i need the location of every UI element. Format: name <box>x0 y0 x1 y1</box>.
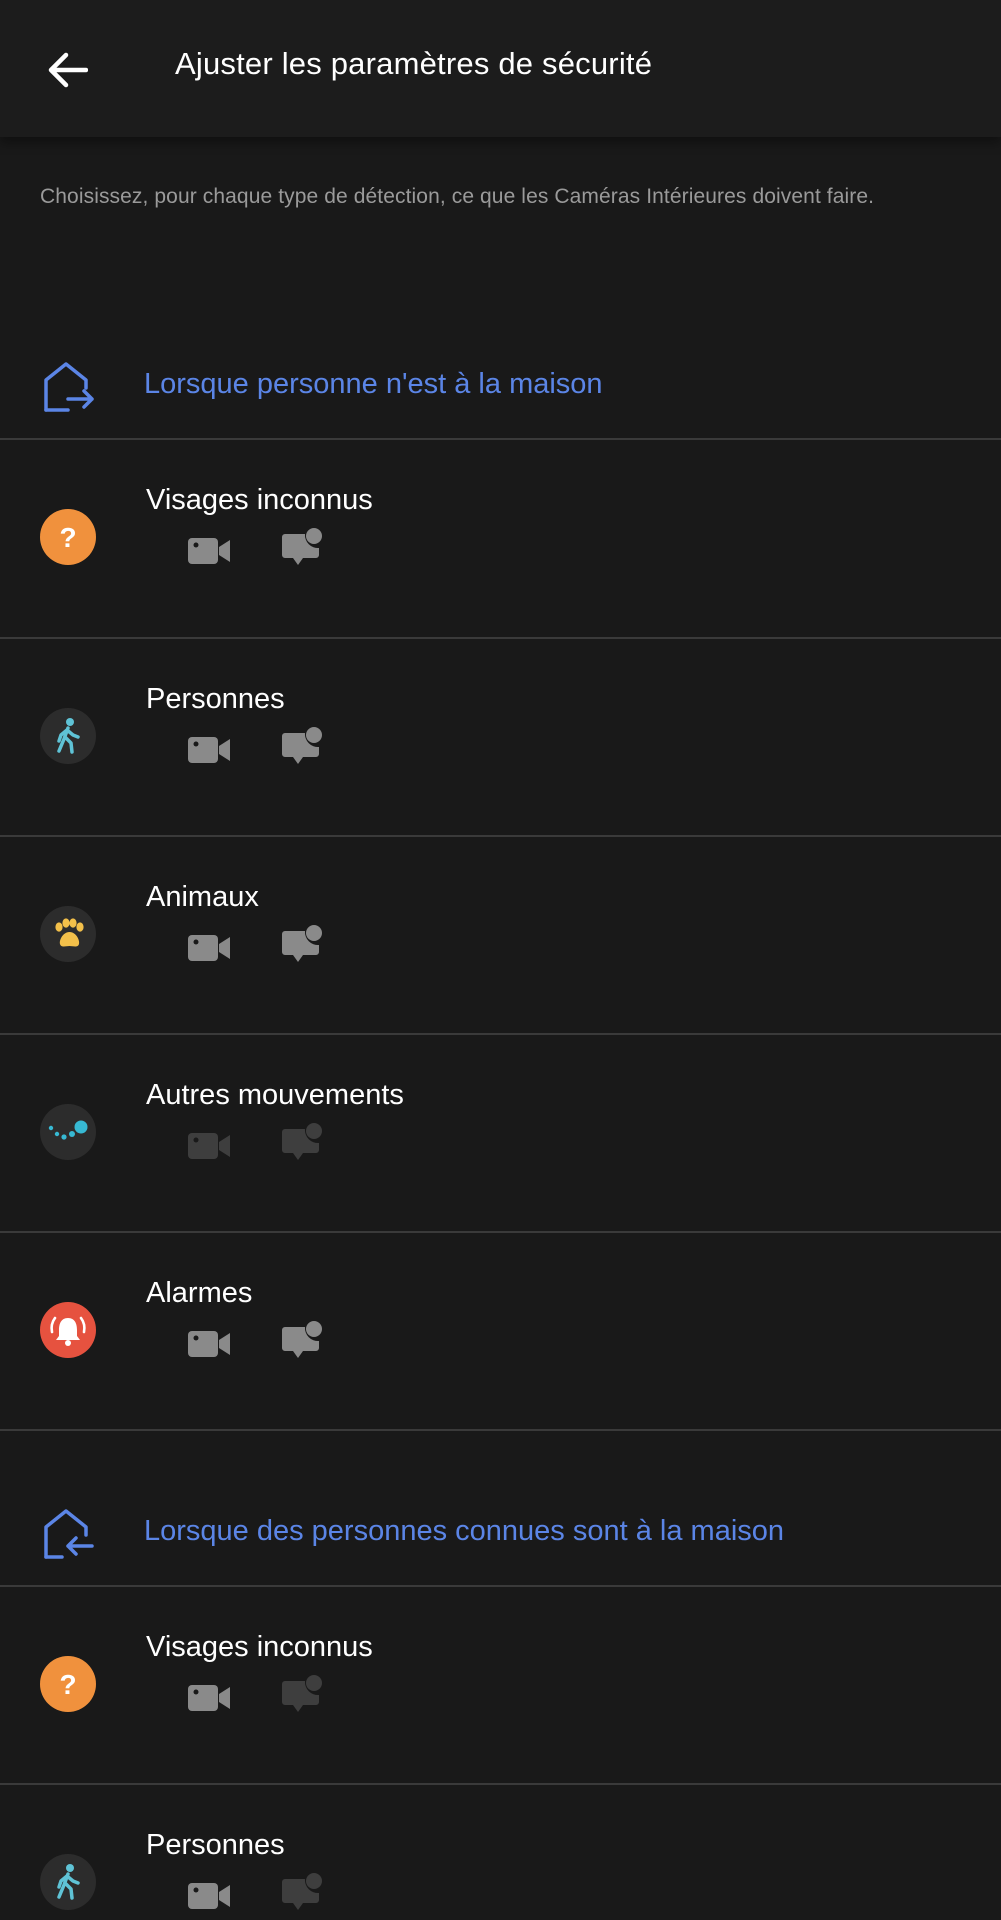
video-camera-icon <box>188 1331 230 1357</box>
video-camera-icon <box>188 538 230 564</box>
detection-label: Personnes <box>146 683 285 715</box>
record-video-toggle[interactable] <box>186 928 232 968</box>
video-camera-icon <box>188 935 230 961</box>
house-enter-icon <box>44 1509 94 1559</box>
house-leave-icon <box>44 362 94 412</box>
record-video-toggle[interactable] <box>186 1876 232 1916</box>
detection-row-other-motion[interactable]: Autres mouvements <box>0 1035 1001 1231</box>
section-label-away: Lorsque personne n'est à la maison <box>144 368 603 400</box>
paw-icon <box>40 906 96 962</box>
section-label-home: Lorsque des personnes connues sont à la … <box>144 1515 785 1547</box>
video-camera-icon <box>188 1685 230 1711</box>
svg-text:?: ? <box>59 1669 76 1700</box>
record-video-toggle[interactable] <box>186 1324 232 1364</box>
detection-row-animals[interactable]: Animaux <box>0 837 1001 1033</box>
notification-toggle[interactable] <box>279 1675 325 1715</box>
video-camera-icon <box>188 1883 230 1909</box>
question-icon: ? <box>40 1656 96 1712</box>
arrow-left-icon <box>48 52 88 88</box>
notification-bubble-icon <box>282 1123 322 1160</box>
notification-bubble-icon <box>282 1321 322 1358</box>
page-title: Ajuster les paramètres de sécurité <box>175 46 653 81</box>
notification-bubble-icon <box>282 727 322 764</box>
detection-row-unknown-faces[interactable]: ? Visages inconnus <box>0 440 1001 636</box>
detection-row-persons[interactable]: Personnes <box>0 639 1001 835</box>
record-video-toggle[interactable] <box>186 730 232 770</box>
section-header-away: Lorsque personne n'est à la maison <box>0 344 1001 424</box>
motion-dots-icon <box>40 1104 96 1160</box>
detection-row-alarms[interactable]: Alarmes <box>0 1233 1001 1429</box>
detection-label: Autres mouvements <box>146 1079 404 1111</box>
detection-label: Visages inconnus <box>146 484 373 516</box>
walking-person-icon <box>40 708 96 764</box>
notification-toggle[interactable] <box>279 1873 325 1913</box>
video-camera-icon <box>188 737 230 763</box>
detection-row-unknown-faces-home[interactable]: ? Visages inconnus <box>0 1587 1001 1783</box>
record-video-toggle[interactable] <box>186 1126 232 1166</box>
notification-bubble-icon <box>282 1873 322 1910</box>
app-bar: Ajuster les paramètres de sécurité <box>0 0 1001 137</box>
notification-bubble-icon <box>282 1675 322 1712</box>
svg-text:?: ? <box>59 522 76 553</box>
detection-label: Animaux <box>146 881 259 913</box>
detection-label: Alarmes <box>146 1277 253 1309</box>
alarm-bell-icon <box>40 1302 96 1358</box>
detection-row-persons-home[interactable]: Personnes <box>0 1785 1001 1920</box>
intro-text: Choisissez, pour chaque type de détectio… <box>40 185 875 208</box>
notification-toggle[interactable] <box>279 727 325 767</box>
divider <box>0 1429 1001 1431</box>
back-button[interactable] <box>36 38 100 102</box>
app-screen: Ajuster les paramètres de sécurité Chois… <box>0 0 1001 1920</box>
detection-label: Visages inconnus <box>146 1631 373 1663</box>
question-icon: ? <box>40 509 96 565</box>
notification-bubble-icon <box>282 528 322 565</box>
section-header-home: Lorsque des personnes connues sont à la … <box>0 1491 1001 1571</box>
notification-bubble-icon <box>282 925 322 962</box>
record-video-toggle[interactable] <box>186 531 232 571</box>
notification-toggle[interactable] <box>279 528 325 568</box>
notification-toggle[interactable] <box>279 925 325 965</box>
notification-toggle[interactable] <box>279 1123 325 1163</box>
walking-person-icon <box>40 1854 96 1910</box>
video-camera-icon <box>188 1133 230 1159</box>
notification-toggle[interactable] <box>279 1321 325 1361</box>
record-video-toggle[interactable] <box>186 1678 232 1718</box>
detection-label: Personnes <box>146 1829 285 1861</box>
